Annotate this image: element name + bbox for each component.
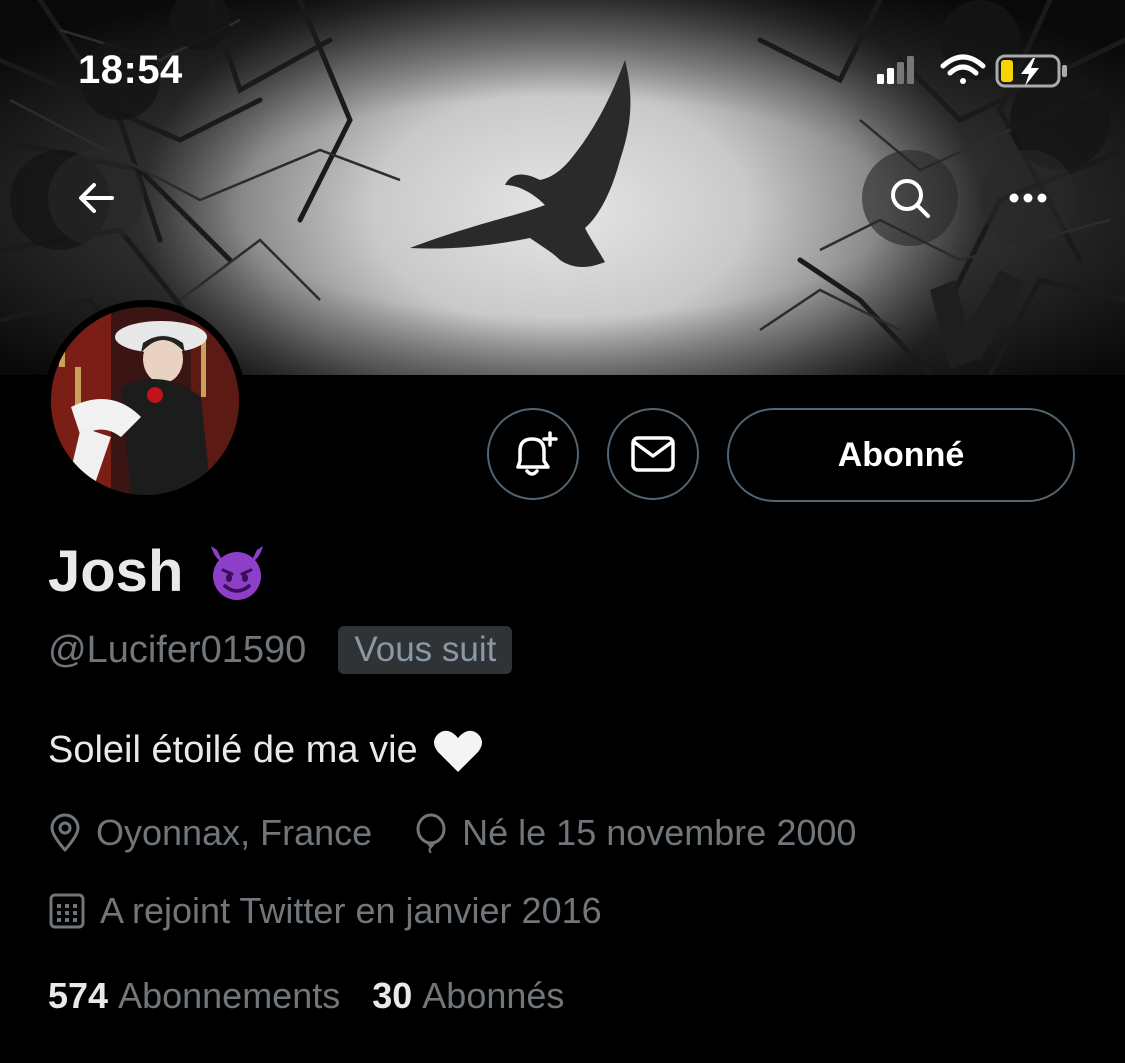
followers-count: 30 <box>372 975 413 1016</box>
calendar-icon <box>49 893 85 929</box>
joined-text: A rejoint Twitter en janvier 2016 <box>100 890 602 931</box>
status-icons <box>877 50 1077 97</box>
battery-charging-icon <box>995 54 1067 88</box>
display-name: Josh <box>48 539 184 604</box>
location-pin-icon <box>50 813 80 852</box>
following-label: Abonnements <box>118 975 341 1016</box>
followers-label: Abonnés <box>422 975 565 1016</box>
handle-row: @Lucifer01590 Vous suit <box>48 626 513 674</box>
arrow-left-icon <box>79 183 114 213</box>
following-button[interactable]: Abonné <box>727 408 1075 502</box>
avatar-image <box>51 307 239 495</box>
envelope-icon <box>631 436 675 472</box>
bio: Soleil étoilé de ma vie <box>48 726 484 774</box>
joined-date: A rejoint Twitter en janvier 2016 <box>48 890 602 932</box>
notifications-button[interactable] <box>487 408 579 500</box>
white-heart-emoji <box>433 730 482 772</box>
name-row: Josh <box>48 538 269 605</box>
avatar[interactable] <box>44 300 246 502</box>
status-time: 18:54 <box>78 48 183 92</box>
user-handle: @Lucifer01590 <box>48 628 307 671</box>
smiling-devil-emoji <box>211 545 264 600</box>
search-button[interactable] <box>862 150 958 246</box>
back-button[interactable] <box>48 150 144 246</box>
bell-plus-icon <box>516 431 558 476</box>
profile-meta-row: Oyonnax, France Né le 15 novembre 2000 <box>48 812 856 854</box>
birthday: Né le 15 novembre 2000 <box>414 812 856 854</box>
location: Oyonnax, France <box>48 812 372 854</box>
location-text: Oyonnax, France <box>96 812 373 853</box>
following-count: 574 <box>48 975 109 1016</box>
follow-stats: 574 Abonnements 30 Abonnés <box>48 975 564 1017</box>
following-count-link[interactable]: 574 Abonnements <box>48 975 340 1017</box>
search-icon <box>891 179 930 218</box>
followers-count-link[interactable]: 30 Abonnés <box>372 975 564 1017</box>
balloon-icon <box>416 813 446 853</box>
joined-row: A rejoint Twitter en janvier 2016 <box>48 890 602 932</box>
more-options-button[interactable] <box>980 150 1076 246</box>
message-button[interactable] <box>607 408 699 500</box>
cellular-signal-icon <box>877 56 914 84</box>
birthday-text: Né le 15 novembre 2000 <box>462 812 857 853</box>
bio-text: Soleil étoilé de ma vie <box>48 728 418 771</box>
follows-you-badge: Vous suit <box>338 626 513 674</box>
more-horizontal-icon <box>1009 193 1047 203</box>
wifi-icon <box>940 54 986 84</box>
